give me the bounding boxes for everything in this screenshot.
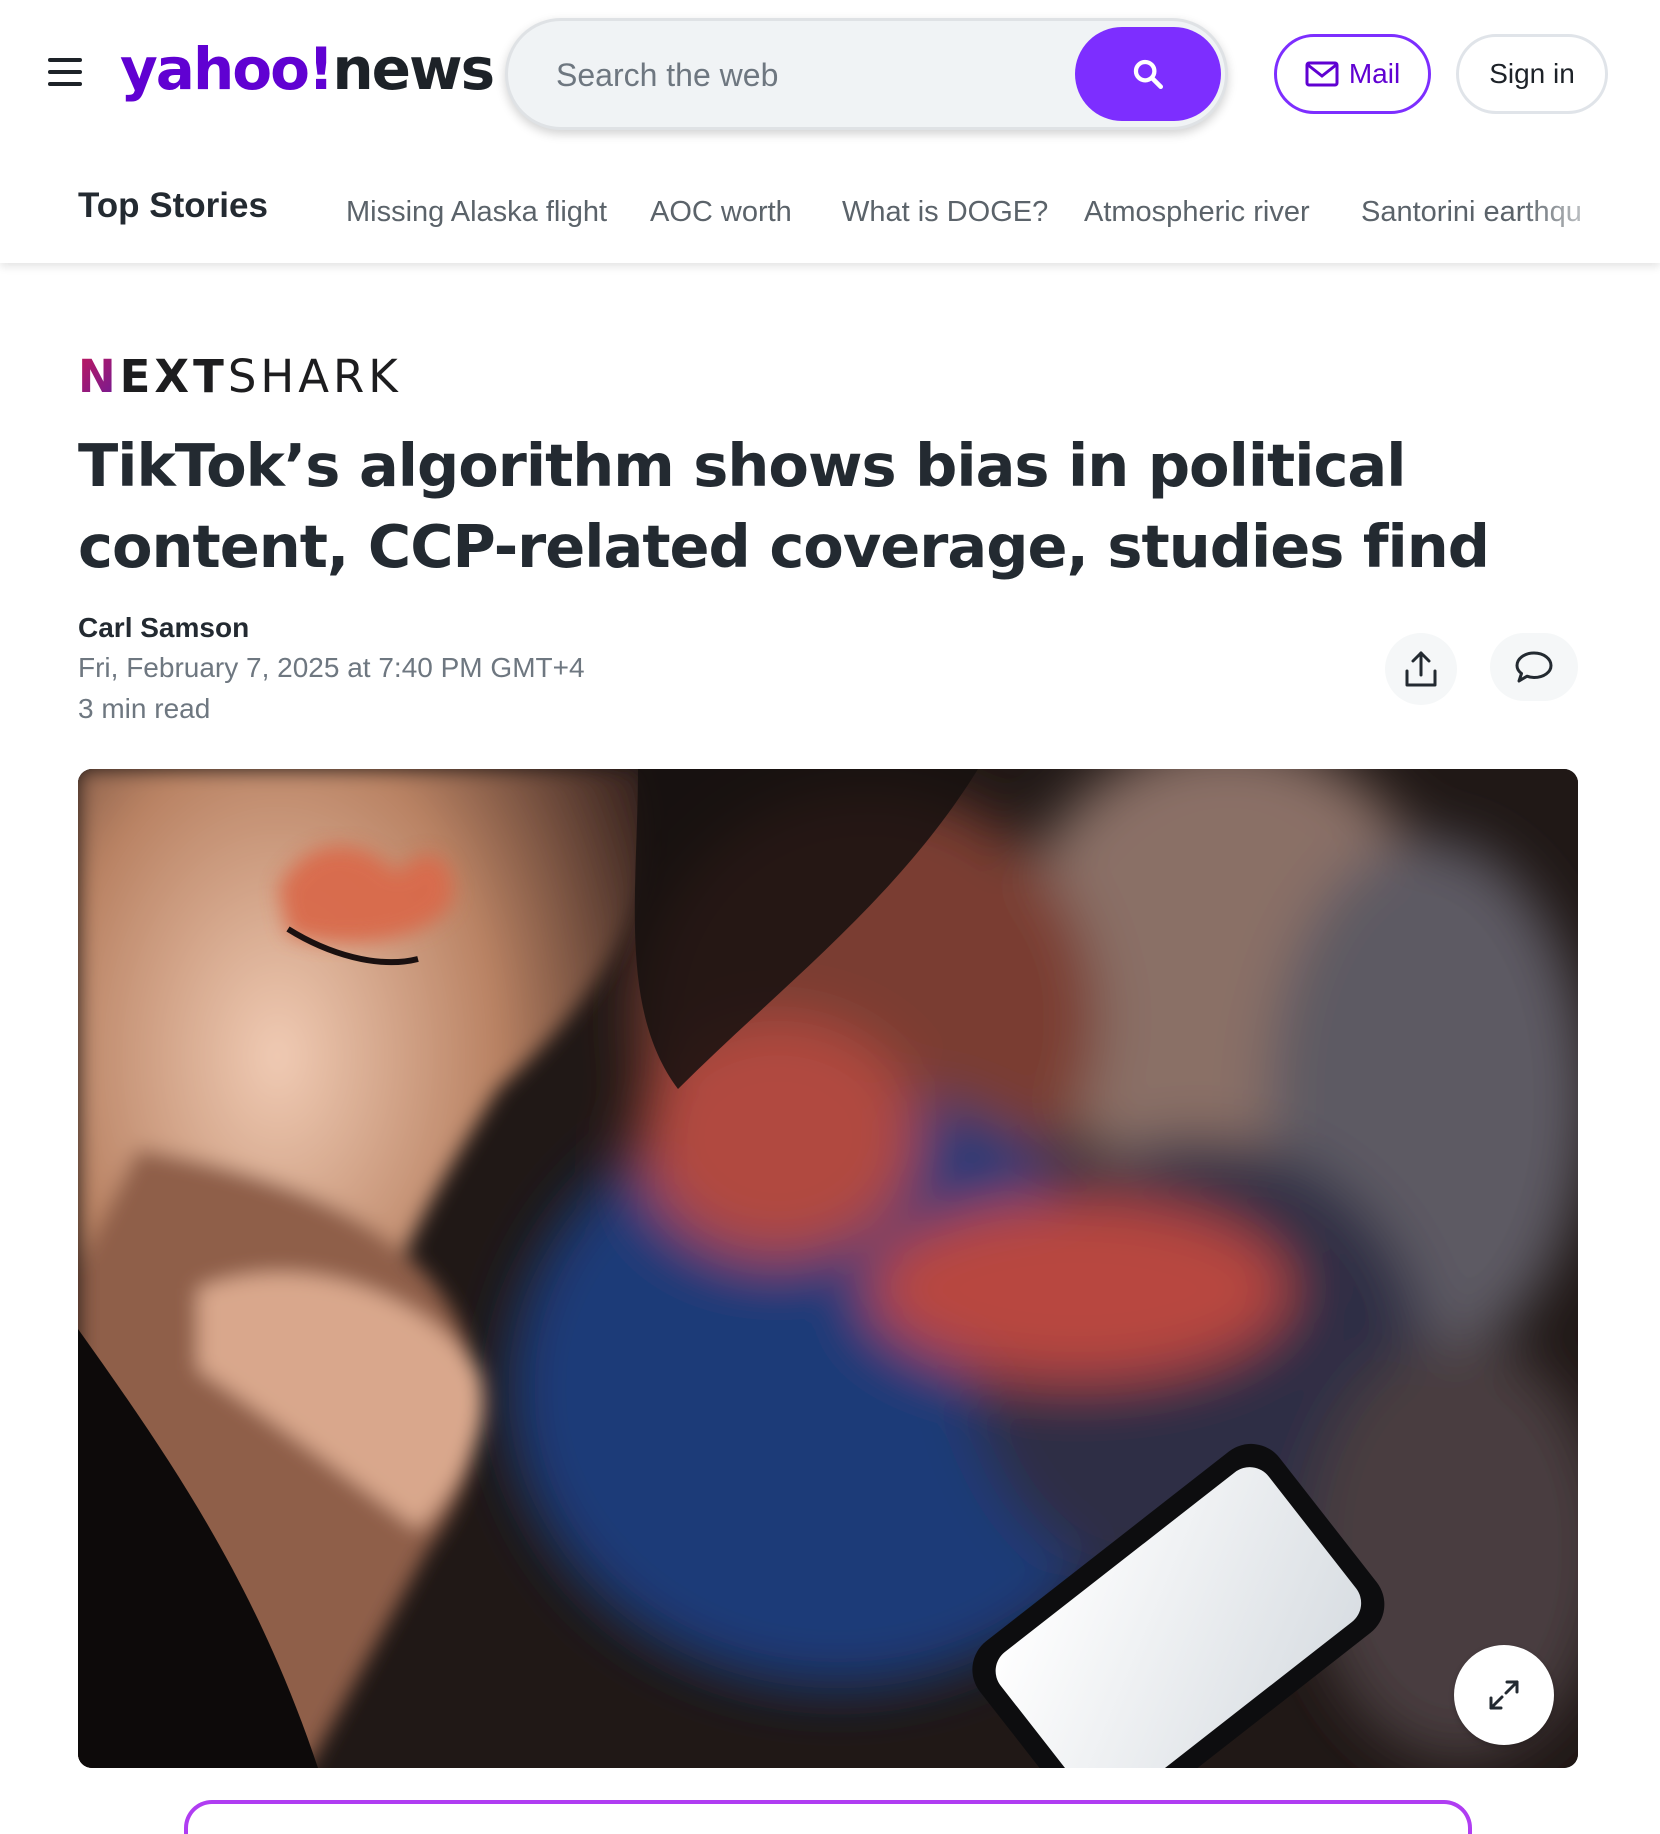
mail-label: Mail — [1348, 58, 1401, 89]
publish-date: Fri, February 7, 2025 at 7:40 PM GMT+4 — [78, 652, 585, 683]
comment-icon — [1515, 651, 1553, 683]
share-button[interactable] — [1385, 633, 1457, 705]
publisher-logo-bold: EXT — [119, 349, 228, 403]
read-time: 3 min read — [78, 693, 211, 724]
mail-button[interactable]: Mail — [1274, 34, 1431, 114]
search-input[interactable] — [556, 47, 1056, 103]
expand-icon — [1489, 1680, 1519, 1710]
logo-yahoo-text: yahoo! — [120, 35, 334, 103]
sign-in-button[interactable]: Sign in — [1456, 34, 1608, 114]
sign-in-label: Sign in — [1489, 58, 1575, 89]
menu-icon[interactable] — [48, 58, 82, 88]
comments-button[interactable] — [1490, 633, 1578, 701]
share-icon — [1405, 651, 1437, 687]
top-stories-nav: Top Stories Missing Alaska flight AOC wo… — [0, 186, 1660, 242]
nav-trend-link[interactable]: What is DOGE? — [842, 196, 1048, 229]
logo-news-text: news — [332, 35, 495, 103]
publisher-logo[interactable]: N EXT SHARK — [78, 350, 402, 403]
search-icon — [1133, 59, 1164, 90]
nav-trend-link[interactable]: Atmospheric river — [1084, 196, 1310, 229]
mail-icon — [1305, 61, 1339, 87]
article-headline: TikTok’s algorithm shows bias in politic… — [78, 431, 1490, 581]
hero-photo — [78, 769, 1578, 1768]
article-hero-image[interactable] — [78, 769, 1578, 1768]
publisher-logo-initial: N — [78, 349, 120, 403]
publisher-logo-rest: SHARK — [227, 349, 402, 403]
search-bar — [505, 18, 1228, 130]
nav-trend-link[interactable]: Missing Alaska flight — [346, 196, 607, 229]
nav-trend-link[interactable]: AOC worth — [650, 196, 792, 229]
nav-fade-overlay — [1520, 186, 1660, 242]
expand-image-button[interactable] — [1454, 1645, 1554, 1745]
nav-top-stories[interactable]: Top Stories — [78, 186, 268, 226]
author-name[interactable]: Carl Samson — [78, 612, 249, 644]
site-header: yahoo!news Mail Sign in Top Stories Miss… — [0, 0, 1660, 263]
promo-banner[interactable] — [184, 1800, 1472, 1834]
yahoo-news-logo[interactable]: yahoo!news — [120, 34, 495, 104]
search-button[interactable] — [1075, 27, 1221, 121]
